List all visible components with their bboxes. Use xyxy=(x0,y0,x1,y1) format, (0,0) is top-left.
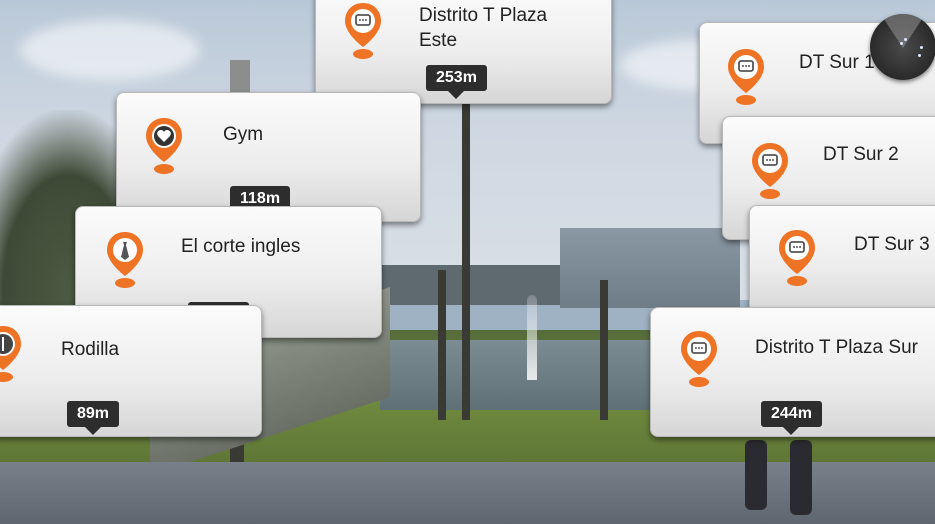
cloud xyxy=(20,20,200,80)
poi-card-rodilla[interactable]: Rodilla 89m xyxy=(0,305,262,437)
poi-name: Rodilla xyxy=(61,339,120,360)
poi-card-dt-sur-3[interactable]: DT Sur 3 xyxy=(749,205,935,317)
pond xyxy=(380,340,660,410)
radar-marker xyxy=(904,38,907,41)
poi-card-distrito-t-plaza-este[interactable]: Distrito T Plaza Este 253m xyxy=(315,0,612,104)
radar-marker xyxy=(920,46,923,49)
poi-name-line2: Este xyxy=(419,30,458,51)
radar-icon[interactable] xyxy=(870,14,935,80)
poi-name: DT Sur 2 xyxy=(823,144,899,165)
person xyxy=(745,440,767,510)
poi-name: DT Sur 1 xyxy=(799,52,875,73)
tree-trunk xyxy=(462,100,470,420)
poi-distance: 89m xyxy=(67,401,120,435)
person xyxy=(790,440,812,515)
poi-card-distrito-t-plaza-sur[interactable]: Distrito T Plaza Sur 244m xyxy=(650,307,935,437)
message-icon xyxy=(752,143,788,199)
fountain xyxy=(527,295,537,380)
chimney xyxy=(230,60,250,95)
poi-name: Distrito T Plaza xyxy=(419,5,548,26)
radar-marker xyxy=(918,54,921,57)
restaurant-icon xyxy=(0,326,21,382)
message-icon xyxy=(681,331,717,387)
poi-distance: 253m xyxy=(426,65,487,99)
poi-name: Distrito T Plaza Sur xyxy=(755,337,918,358)
poi-name: Gym xyxy=(223,124,264,145)
message-icon xyxy=(345,3,381,59)
radar-marker xyxy=(900,42,903,45)
message-icon xyxy=(779,230,815,286)
poi-name: El corte ingles xyxy=(181,236,301,257)
building xyxy=(560,228,740,308)
poi-distance: 244m xyxy=(761,401,822,435)
heart-icon xyxy=(146,118,182,174)
poi-name: DT Sur 3 xyxy=(854,234,930,255)
radar-view-cone xyxy=(878,14,928,48)
poi-card-gym[interactable]: Gym 118m xyxy=(116,92,421,222)
tie-icon xyxy=(107,232,143,288)
tree-trunk xyxy=(600,280,608,420)
tree-trunk xyxy=(438,270,446,420)
message-icon xyxy=(728,49,764,105)
